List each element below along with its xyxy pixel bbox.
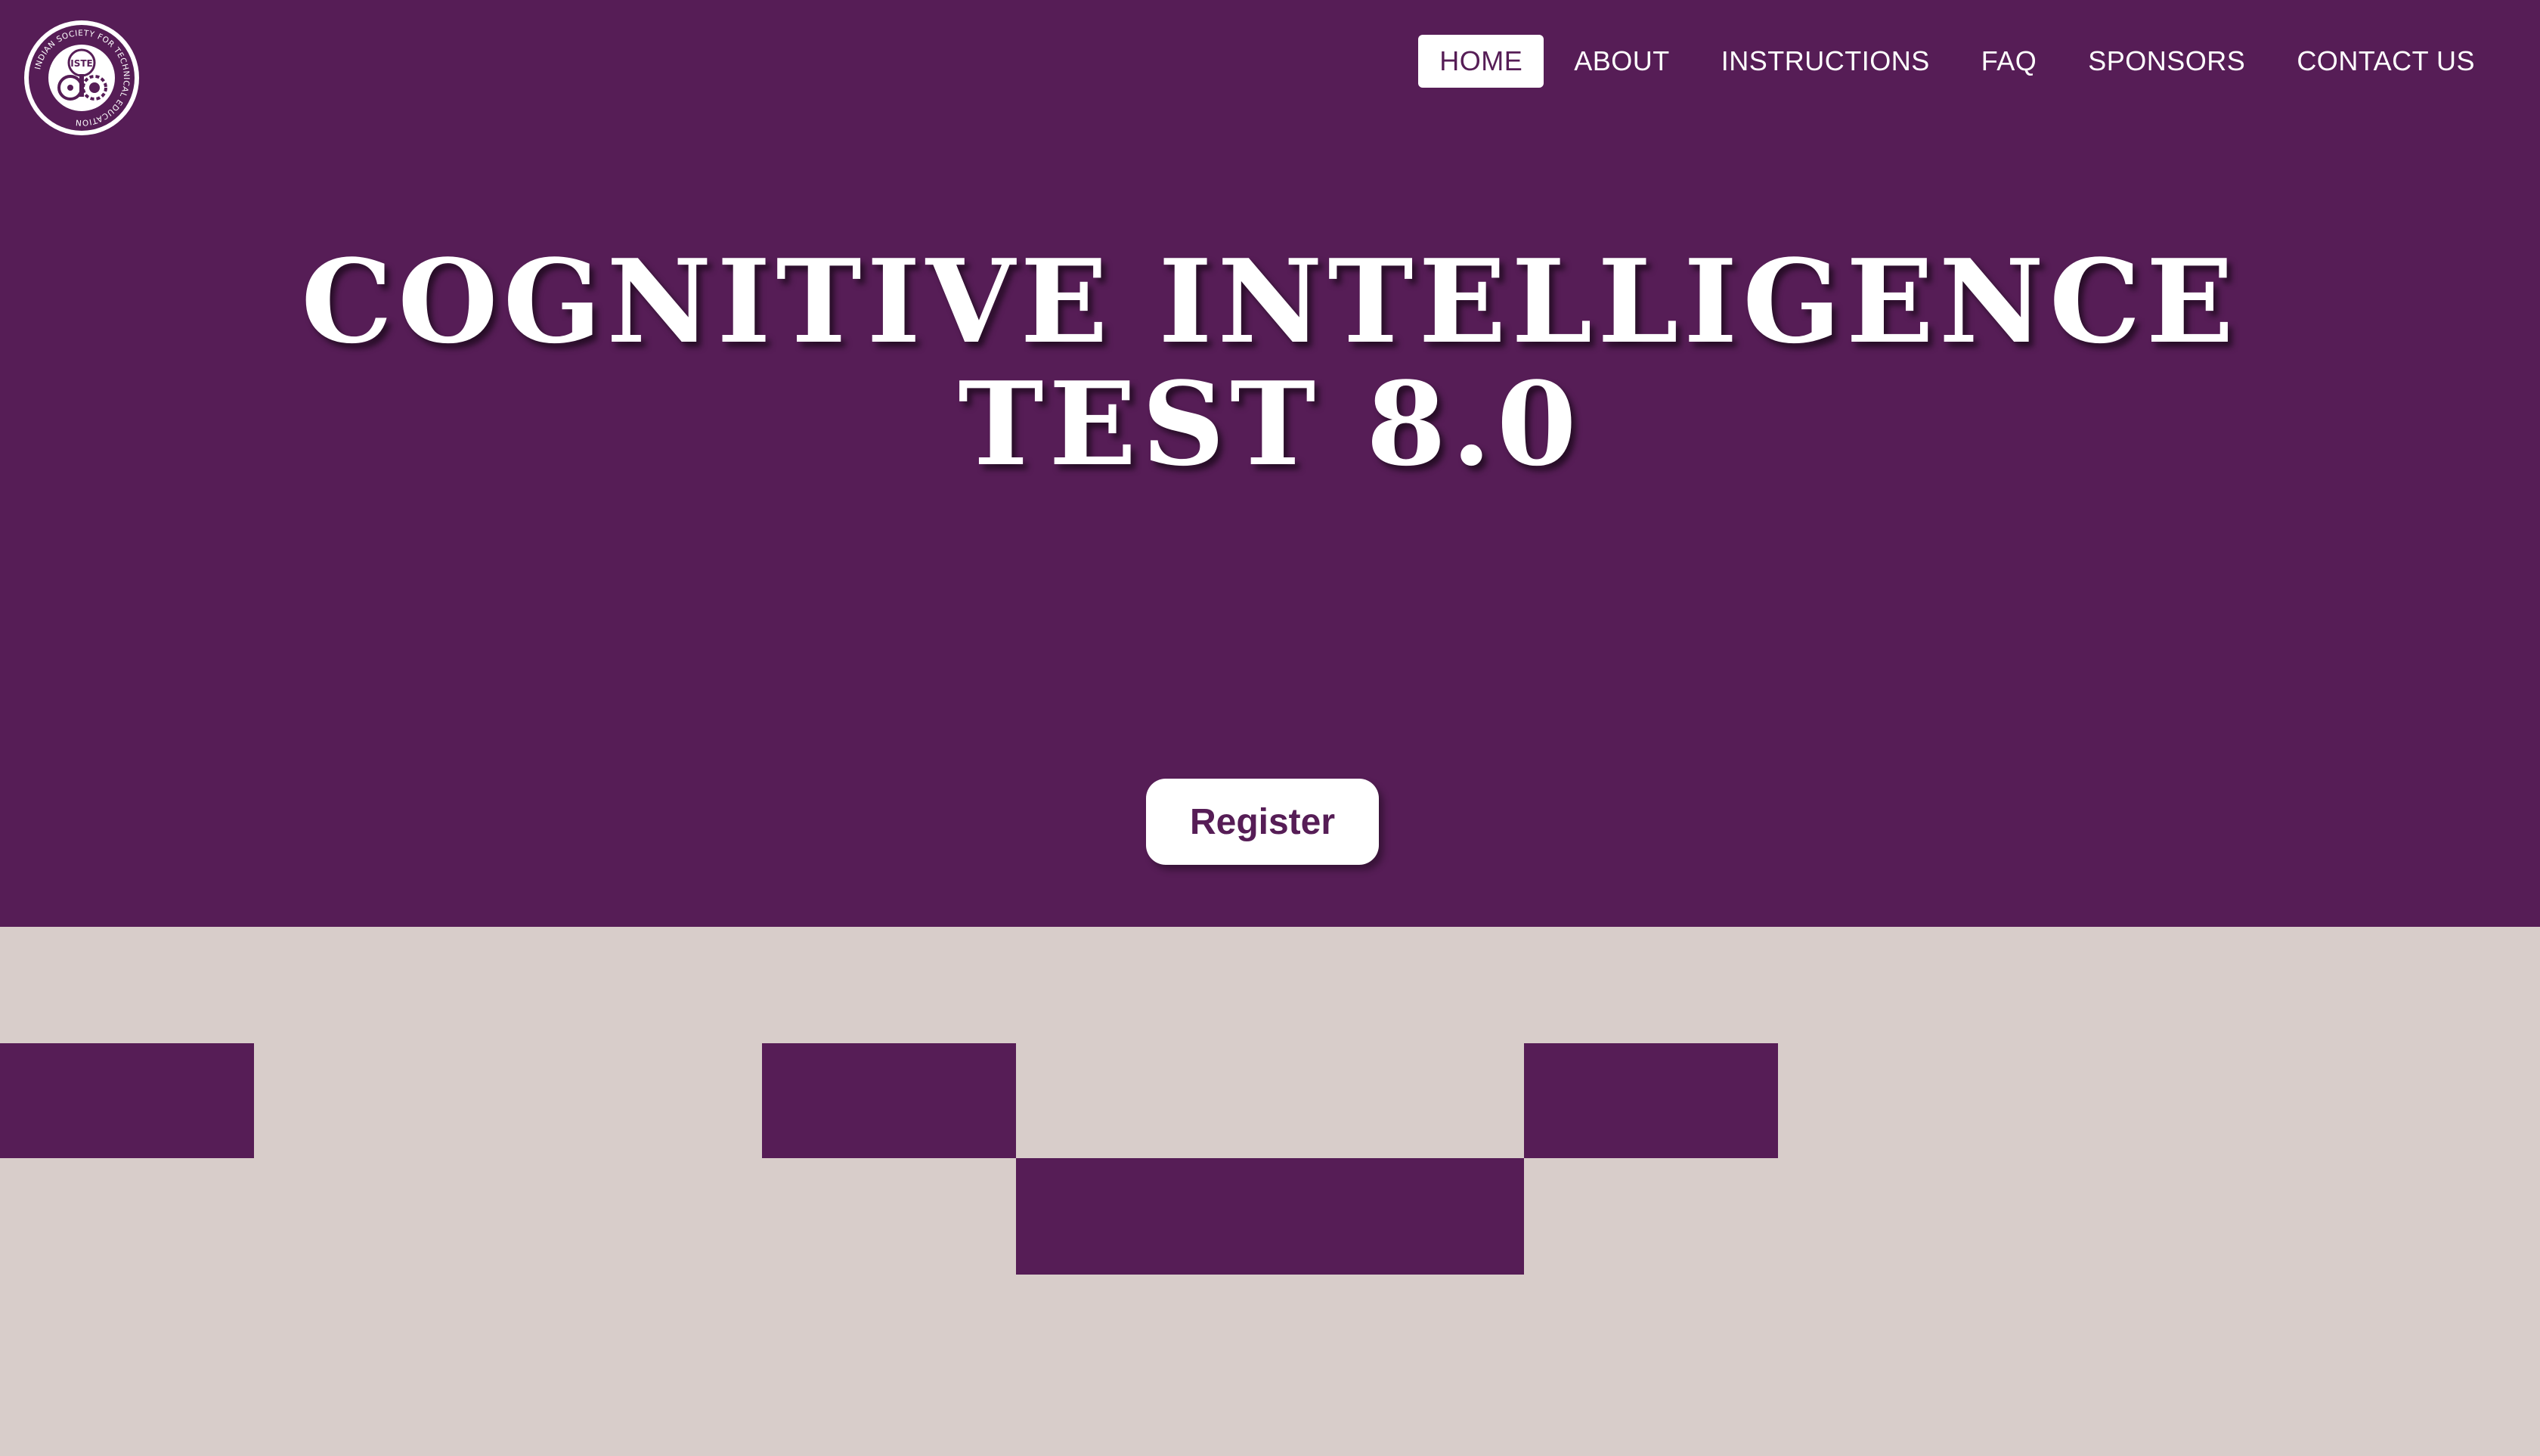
pixel-block — [762, 927, 1016, 1043]
pixel-block — [0, 927, 508, 1043]
nav-sponsors-link[interactable]: SPONSORS — [2067, 35, 2266, 88]
hero-title-line-2: TEST 8.0 — [958, 356, 1582, 491]
pixel-block — [1270, 927, 1524, 1043]
logo-center-text: ISTE — [70, 58, 93, 69]
landing-page: INDIAN SOCIETY FOR TECHNICAL EDUCATION I… — [0, 0, 2540, 1456]
pixel-block — [0, 1043, 254, 1158]
pixel-block — [1524, 1043, 1778, 1158]
iste-logo-icon[interactable]: INDIAN SOCIETY FOR TECHNICAL EDUCATION I… — [23, 19, 141, 137]
hero-title: COGNITIVE INTELLIGENCE TEST 8.0 — [0, 240, 2540, 485]
pixel-block — [1016, 1158, 1524, 1275]
nav-menu: HOME ABOUT INSTRUCTIONS FAQ SPONSORS CON… — [1418, 35, 2496, 88]
nav-faq-link[interactable]: FAQ — [1960, 35, 2058, 88]
nav-contact-link[interactable]: CONTACT US — [2275, 35, 2496, 88]
pixel-block — [762, 1043, 1016, 1158]
pixel-block — [2032, 927, 2286, 1043]
nav-about-link[interactable]: ABOUT — [1553, 35, 1691, 88]
register-button[interactable]: Register — [1146, 779, 1379, 865]
hero-title-line-1: COGNITIVE INTELLIGENCE — [301, 234, 2239, 369]
navbar: INDIAN SOCIETY FOR TECHNICAL EDUCATION I… — [0, 0, 2540, 135]
nav-home-link[interactable]: HOME — [1418, 35, 1544, 88]
nav-instructions-link[interactable]: INSTRUCTIONS — [1700, 35, 1951, 88]
